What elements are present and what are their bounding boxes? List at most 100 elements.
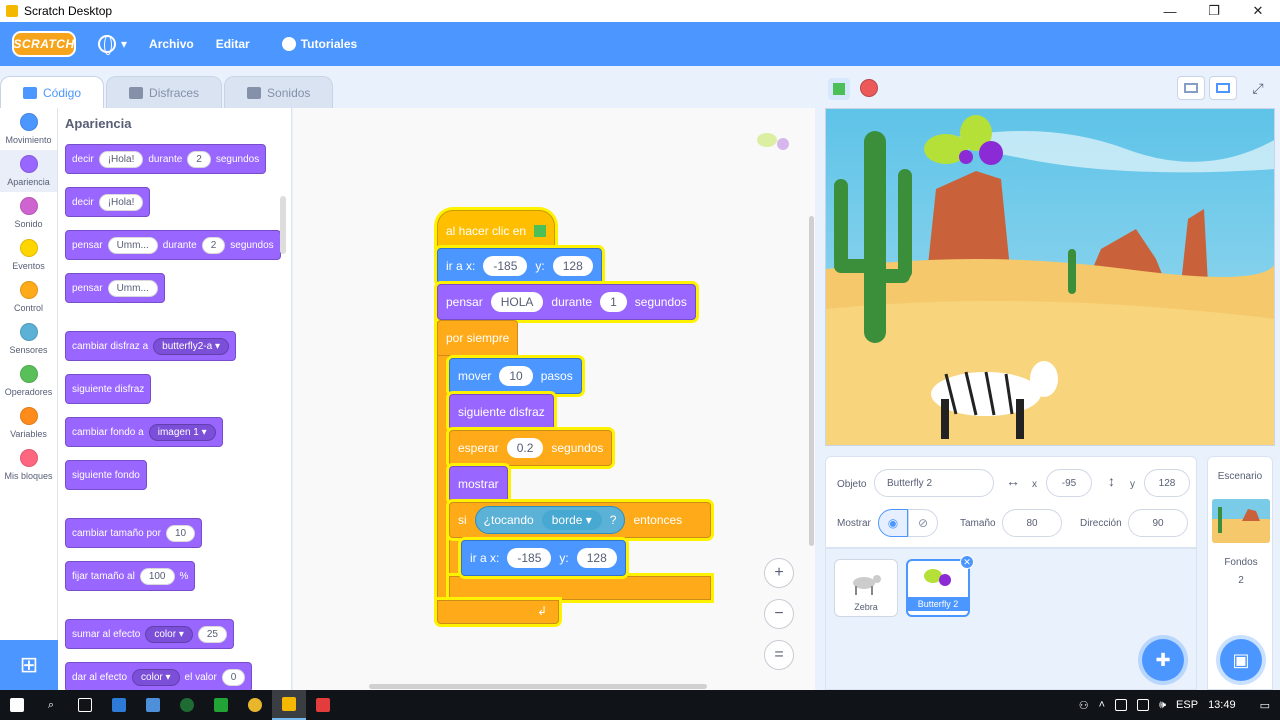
- block-next-costume[interactable]: siguiente disfraz: [65, 374, 152, 404]
- x-input[interactable]: -185: [507, 548, 552, 568]
- block-input[interactable]: ¡Hola!: [98, 150, 144, 168]
- notification-icon[interactable]: ▭: [1260, 699, 1270, 712]
- backdrop-dropdown[interactable]: imagen 1 ▾: [148, 423, 216, 441]
- add-extension-button[interactable]: ⊞: [0, 640, 58, 690]
- green-flag-button[interactable]: [828, 78, 850, 100]
- block-input[interactable]: 2: [187, 150, 211, 168]
- y-input[interactable]: 128: [576, 548, 617, 568]
- show-hidden-toggle[interactable]: ⊘: [908, 509, 938, 537]
- effect-dropdown[interactable]: color ▾: [132, 668, 180, 686]
- script-think-for-secs[interactable]: pensar HOLA durante 1 segundos: [437, 284, 696, 320]
- edit-menu[interactable]: Editar: [216, 37, 250, 51]
- x-input[interactable]: -185: [483, 256, 528, 276]
- script-goto-xy[interactable]: ir a x: -185 y: 128: [437, 248, 602, 284]
- secs-input[interactable]: 1: [600, 292, 627, 312]
- block-say[interactable]: decir ¡Hola!: [65, 187, 151, 217]
- task-view-button[interactable]: [68, 690, 102, 720]
- maximize-button[interactable]: ❐: [1192, 0, 1236, 22]
- block-input[interactable]: Umm...: [107, 236, 158, 254]
- script-touching-condition[interactable]: ¿tocando borde ▾ ?: [474, 506, 626, 534]
- file-menu[interactable]: Archivo: [149, 37, 194, 51]
- sprite-thumb-zebra[interactable]: Zebra: [834, 559, 898, 617]
- search-button[interactable]: ⌕: [34, 690, 68, 720]
- block-input[interactable]: 2: [201, 236, 226, 254]
- block-think-for-secs[interactable]: pensar Umm... durante 2 segundos: [65, 230, 281, 260]
- wait-input[interactable]: 0.2: [506, 438, 544, 458]
- block-input[interactable]: Umm...: [107, 279, 158, 297]
- scratch-logo[interactable]: SCRATCH: [12, 31, 76, 57]
- script-vertical-scrollbar[interactable]: [809, 216, 814, 546]
- block-change-effect[interactable]: sumar al efecto color ▾ 25: [65, 619, 234, 649]
- x-position-input[interactable]: -95: [1046, 469, 1092, 497]
- script-show[interactable]: mostrar: [449, 466, 508, 502]
- show-visible-toggle[interactable]: ◉: [878, 509, 908, 537]
- taskbar-app-4[interactable]: [204, 690, 238, 720]
- direction-input[interactable]: 90: [1128, 509, 1188, 537]
- fullscreen-button[interactable]: ⤢: [1244, 76, 1272, 100]
- size-input[interactable]: 80: [1002, 509, 1062, 537]
- touching-dropdown[interactable]: borde ▾: [541, 510, 602, 530]
- script-forever[interactable]: por siempre: [437, 320, 519, 356]
- minimize-button[interactable]: —: [1148, 0, 1192, 22]
- zoom-in-button[interactable]: +: [764, 558, 794, 588]
- y-input[interactable]: 128: [552, 256, 593, 276]
- choose-sprite-button[interactable]: ✚: [1142, 639, 1184, 681]
- close-button[interactable]: ✕: [1236, 0, 1280, 22]
- tab-code[interactable]: Código: [0, 76, 105, 108]
- script-goto-xy-inner[interactable]: ir a x: -185 y: 128: [461, 540, 626, 576]
- script-wait[interactable]: esperar 0.2 segundos: [449, 430, 613, 466]
- stop-button[interactable]: [860, 79, 878, 97]
- block-input[interactable]: 10: [165, 524, 196, 542]
- zoom-out-button[interactable]: −: [764, 599, 794, 629]
- tab-costumes[interactable]: Disfraces: [106, 76, 223, 108]
- block-input[interactable]: ¡Hola!: [98, 193, 144, 211]
- script-if-then[interactable]: si ¿tocando borde ▾ ? entonces: [449, 502, 711, 538]
- sprite-thumb-butterfly[interactable]: ✕ Butterfly 2: [906, 555, 974, 617]
- script-hat-green-flag[interactable]: al hacer clic en: [437, 210, 556, 252]
- category-sound[interactable]: Sonido: [0, 192, 57, 234]
- steps-input[interactable]: 10: [499, 366, 533, 386]
- taskbar-store[interactable]: [102, 690, 136, 720]
- small-stage-button[interactable]: [1177, 76, 1205, 100]
- block-say-for-secs[interactable]: decir ¡Hola! durante 2 segundos: [65, 144, 267, 174]
- category-my-blocks[interactable]: Mis bloques: [0, 444, 57, 486]
- network-icon[interactable]: [1137, 699, 1150, 711]
- category-control[interactable]: Control: [0, 276, 57, 318]
- chevron-up-icon[interactable]: ˄: [1099, 699, 1105, 711]
- category-operators[interactable]: Operadores: [0, 360, 57, 402]
- tutorials-menu[interactable]: Tutoriales: [281, 37, 357, 51]
- message-input[interactable]: HOLA: [490, 292, 544, 312]
- backdrop-panel[interactable]: Escenario Fondos 2 ▣: [1207, 456, 1273, 690]
- input-language[interactable]: ESP: [1176, 699, 1198, 711]
- palette-scrollbar[interactable]: [280, 196, 286, 254]
- block-set-effect[interactable]: dar al efecto color ▾ el valor 0: [65, 662, 253, 690]
- volume-icon[interactable]: 🕪: [1159, 699, 1166, 712]
- script-move-steps[interactable]: mover 10 pasos: [449, 358, 582, 394]
- normal-stage-button[interactable]: [1209, 76, 1237, 100]
- clock[interactable]: 13:49: [1208, 699, 1236, 711]
- zoom-reset-button[interactable]: =: [764, 640, 794, 670]
- script-area[interactable]: ↲ al hacer clic en ir a x: -185 y: 128 p…: [293, 108, 815, 690]
- block-next-backdrop[interactable]: siguiente fondo: [65, 460, 147, 490]
- stage-canvas[interactable]: [825, 108, 1275, 446]
- block-think[interactable]: pensar Umm...: [65, 273, 165, 303]
- category-sensing[interactable]: Sensores: [0, 318, 57, 360]
- block-set-size[interactable]: fijar tamaño al 100 %: [65, 561, 196, 591]
- costume-dropdown[interactable]: butterfly2-a ▾: [153, 337, 229, 355]
- script-horizontal-scrollbar[interactable]: [369, 684, 707, 689]
- taskbar-chrome[interactable]: [238, 690, 272, 720]
- language-menu[interactable]: ▾: [98, 35, 127, 55]
- tab-sounds[interactable]: Sonidos: [224, 76, 334, 108]
- taskbar-app-3[interactable]: [170, 690, 204, 720]
- block-input[interactable]: 25: [197, 625, 227, 643]
- battery-icon[interactable]: [1115, 699, 1128, 711]
- effect-dropdown[interactable]: color ▾: [145, 625, 193, 643]
- delete-sprite-button[interactable]: ✕: [960, 555, 974, 569]
- block-input[interactable]: 100: [139, 567, 175, 585]
- y-position-input[interactable]: 128: [1144, 469, 1190, 497]
- category-variables[interactable]: Variables: [0, 402, 57, 444]
- taskbar-app-2[interactable]: [136, 690, 170, 720]
- script-next-costume[interactable]: siguiente disfraz: [449, 394, 554, 430]
- block-input[interactable]: 0: [221, 668, 246, 686]
- category-looks[interactable]: Apariencia: [0, 150, 57, 192]
